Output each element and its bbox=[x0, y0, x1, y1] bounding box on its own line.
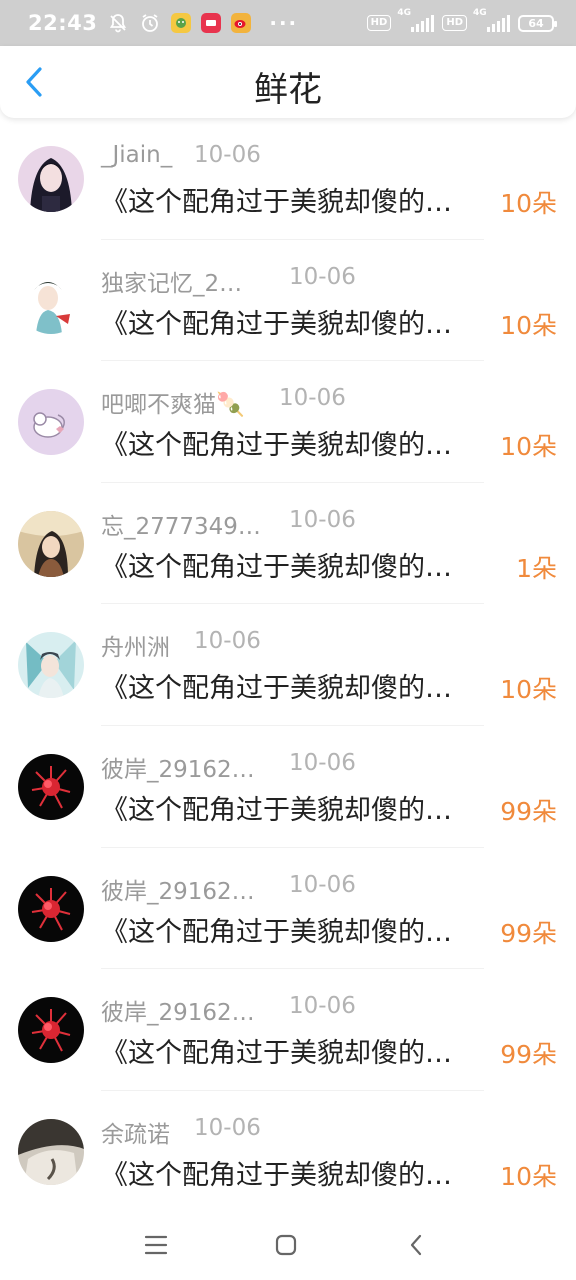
app-icon-1 bbox=[171, 13, 192, 33]
book-title: 《这个配角过于美貌却傻的… bbox=[101, 1038, 452, 1070]
list-item[interactable]: 余疏诺 10-06 《这个配角过于美貌却傻的… 10朵 bbox=[0, 1091, 576, 1213]
list-item[interactable]: 彼岸_29162… 10-06 《这个配角过于美貌却傻的… 99朵 bbox=[0, 848, 576, 970]
flower-count: 10朵 bbox=[500, 432, 557, 462]
mute-bell-icon bbox=[107, 12, 129, 34]
user-name[interactable]: 彼岸_29162… bbox=[101, 993, 255, 1027]
avatar[interactable] bbox=[18, 146, 84, 212]
flower-count: 1朵 bbox=[516, 553, 557, 583]
flower-count: 99朵 bbox=[500, 796, 557, 826]
date: 10-06 bbox=[289, 871, 356, 898]
list-item[interactable]: 忘_2777349… 10-06 《这个配角过于美貌却傻的… 1朵 bbox=[0, 483, 576, 605]
avatar[interactable] bbox=[18, 1118, 84, 1185]
list-item[interactable]: _Jiain_ 10-06 《这个配角过于美貌却傻的… 10朵 bbox=[0, 118, 576, 240]
user-name[interactable]: 舟州洲 bbox=[101, 628, 170, 662]
avatar[interactable] bbox=[18, 632, 84, 699]
avatar[interactable] bbox=[18, 510, 84, 577]
date: 10-06 bbox=[279, 385, 346, 412]
status-bar: 22:43 ··· HD 4G HD 4G 64 bbox=[0, 0, 576, 46]
avatar[interactable] bbox=[18, 997, 84, 1064]
weibo-icon bbox=[231, 13, 252, 33]
avatar[interactable] bbox=[18, 875, 84, 942]
user-name[interactable]: 彼岸_29162… bbox=[101, 872, 255, 906]
app-icon-2 bbox=[201, 13, 222, 33]
book-title: 《这个配角过于美貌却傻的… bbox=[101, 308, 452, 340]
user-name[interactable]: 余疏诺 bbox=[101, 1115, 170, 1149]
user-name[interactable]: 忘_2777349… bbox=[101, 507, 261, 541]
list-item[interactable]: 彼岸_29162… 10-06 《这个配角过于美貌却傻的… 99朵 bbox=[0, 969, 576, 1091]
date: 10-06 bbox=[289, 263, 356, 290]
book-title: 《这个配角过于美貌却傻的… bbox=[101, 551, 452, 583]
date: 10-06 bbox=[194, 142, 261, 168]
clock: 22:43 bbox=[28, 11, 98, 35]
hd-badge: HD bbox=[366, 15, 392, 31]
page-title: 鲜花 bbox=[254, 70, 322, 110]
book-title: 《这个配角过于美貌却傻的… bbox=[101, 794, 452, 826]
title-bar: 鲜花 bbox=[0, 46, 576, 118]
system-indicators: HD 4G HD 4G 64 bbox=[366, 8, 557, 32]
battery-level: 64 bbox=[528, 16, 544, 30]
date: 10-06 bbox=[289, 749, 356, 776]
signal-icon: 4G bbox=[397, 8, 435, 32]
date: 10-06 bbox=[194, 628, 261, 655]
flower-count: 99朵 bbox=[500, 1040, 557, 1070]
flower-count: 10朵 bbox=[500, 1161, 557, 1191]
list-item[interactable]: 吧唧不爽猫🍡 10-06 《这个配角过于美貌却傻的… 10朵 bbox=[0, 361, 576, 483]
notification-icons: ··· bbox=[107, 11, 298, 35]
signal-icon: 4G bbox=[473, 8, 510, 32]
menu-button[interactable] bbox=[136, 1230, 176, 1260]
book-title: 《这个配角过于美貌却傻的… bbox=[101, 916, 452, 948]
user-name[interactable]: 彼岸_29162… bbox=[101, 750, 255, 784]
flower-count: 10朵 bbox=[500, 189, 557, 218]
date: 10-06 bbox=[194, 1114, 261, 1141]
more-notifications: ··· bbox=[269, 11, 299, 35]
flower-count: 99朵 bbox=[500, 918, 557, 948]
user-name[interactable]: 吧唧不爽猫🍡 bbox=[101, 385, 245, 419]
book-title: 《这个配角过于美貌却傻的… bbox=[101, 673, 452, 705]
user-name[interactable]: 独家记忆_2… bbox=[101, 264, 242, 298]
home-button[interactable] bbox=[266, 1230, 306, 1260]
avatar[interactable] bbox=[18, 753, 84, 820]
system-navigation-bar bbox=[0, 1210, 576, 1280]
book-title: 《这个配角过于美貌却傻的… bbox=[101, 430, 452, 462]
avatar[interactable] bbox=[18, 267, 84, 334]
hd-badge: HD bbox=[442, 15, 467, 31]
avatar[interactable] bbox=[18, 389, 84, 456]
list-item[interactable]: 彼岸_29162… 10-06 《这个配角过于美貌却傻的… 99朵 bbox=[0, 726, 576, 848]
user-name[interactable]: _Jiain_ bbox=[101, 142, 172, 168]
menu-icon bbox=[144, 1235, 168, 1255]
date: 10-06 bbox=[289, 506, 356, 533]
back-icon bbox=[410, 1234, 422, 1256]
back-nav-button[interactable] bbox=[396, 1230, 436, 1260]
alarm-icon bbox=[139, 12, 161, 34]
book-title: 《这个配角过于美貌却傻的… bbox=[101, 1159, 452, 1191]
flower-count: 10朵 bbox=[500, 675, 557, 705]
list-item[interactable]: 舟州洲 10-06 《这个配角过于美貌却傻的… 10朵 bbox=[0, 604, 576, 726]
list-item[interactable]: 独家记忆_2… 10-06 《这个配角过于美貌却傻的… 10朵 bbox=[0, 240, 576, 362]
book-title: 《这个配角过于美貌却傻的… bbox=[101, 187, 452, 218]
date: 10-06 bbox=[289, 993, 356, 1020]
flower-list: _Jiain_ 10-06 《这个配角过于美貌却傻的… 10朵 独家记忆_2… … bbox=[0, 118, 576, 1212]
flower-count: 10朵 bbox=[500, 310, 557, 340]
battery-icon: 64 bbox=[518, 14, 557, 32]
home-icon bbox=[275, 1234, 297, 1256]
